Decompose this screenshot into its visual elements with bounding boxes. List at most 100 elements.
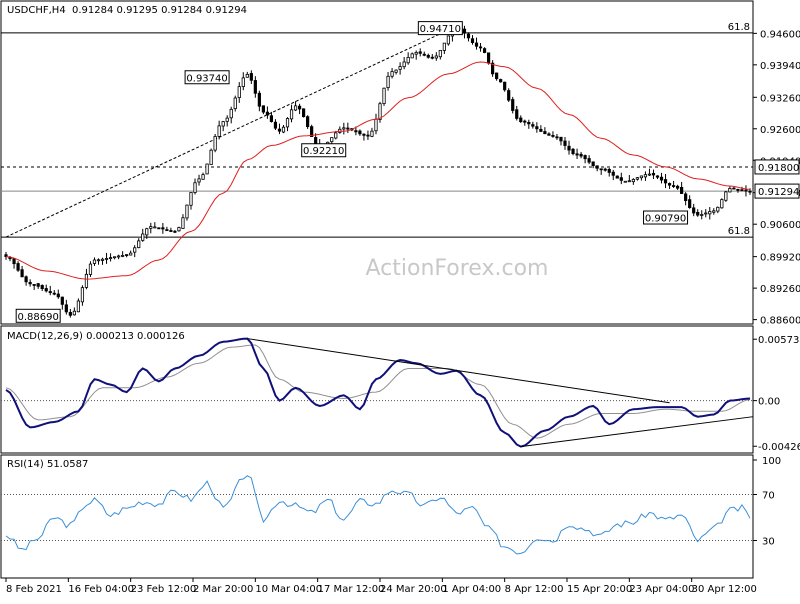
candle-bull — [201, 174, 205, 180]
candle-bull — [442, 42, 446, 51]
candle-bull — [342, 127, 346, 130]
candle-bull — [177, 227, 181, 232]
candle-bull — [720, 199, 724, 209]
candle-bear — [619, 177, 623, 181]
candle-bear — [474, 42, 479, 47]
candle-bear — [12, 258, 16, 265]
candle-bear — [125, 254, 129, 256]
candle-bull — [406, 56, 410, 64]
candle-bear — [273, 121, 278, 129]
candle-bull — [72, 310, 76, 316]
candle-bull — [289, 109, 294, 120]
price-axis: 0.946000.939400.932600.926000.919400.912… — [753, 29, 800, 327]
price-axis-label: 0.92600 — [760, 125, 800, 136]
candle-bear — [543, 131, 547, 135]
candle-bear — [599, 168, 603, 171]
level-label: 61.8 — [728, 22, 750, 33]
candle-bear — [60, 296, 64, 305]
rsi-layer — [1, 475, 753, 555]
candle-bear — [671, 185, 676, 187]
candle-bear — [265, 111, 270, 116]
time-axis-label: 2 Mar 20:00 — [193, 584, 253, 595]
price-axis-label: 0.89260 — [760, 284, 800, 295]
candle-bull — [382, 87, 386, 105]
candle-bull — [153, 226, 157, 229]
candle-bull — [137, 240, 141, 249]
candle-bear — [511, 99, 515, 111]
level-label: 61.8 — [728, 226, 750, 237]
candle-bear — [362, 133, 366, 136]
candle-bull — [446, 35, 450, 45]
candle-bear — [503, 81, 507, 91]
candle-bull — [209, 149, 213, 166]
candle-bear — [587, 158, 591, 163]
time-axis-label: 8 Apr 12:00 — [505, 584, 564, 595]
candle-bear — [56, 293, 60, 298]
macd-signal-line — [5, 344, 751, 439]
candle-bear — [257, 92, 261, 107]
candle-bull — [96, 259, 101, 262]
candle-bull — [712, 210, 716, 213]
candle-bear — [306, 116, 310, 128]
candle-bull — [92, 259, 97, 264]
candle-bear — [651, 172, 656, 176]
candle-bull — [129, 252, 133, 256]
candle-bull — [193, 182, 197, 193]
time-axis-label: 17 Mar 12:00 — [318, 584, 385, 595]
rsi-axis: 100 70 30 — [753, 456, 781, 548]
time-axis-label: 30 Apr 12:00 — [692, 584, 757, 595]
rsi-line — [5, 475, 751, 555]
price-axis-label: 0.88600 — [760, 316, 800, 327]
symbol-header: USDCHF,H4 — [7, 5, 66, 16]
candle-bear — [531, 124, 535, 127]
candle-bear — [740, 189, 744, 192]
candle-bear — [615, 175, 619, 179]
candle-bear — [696, 211, 700, 216]
candle-bull — [76, 300, 80, 313]
candle-bull — [647, 173, 652, 176]
candle-bear — [603, 168, 607, 171]
candle-bear — [269, 115, 274, 123]
time-axis-label: 23 Apr 04:00 — [629, 584, 694, 595]
candle-bull — [281, 126, 286, 133]
candle-bear — [515, 109, 519, 119]
moving-average-layer — [5, 61, 751, 280]
annotation-label: 0.94710 — [420, 24, 461, 35]
candle-bear — [535, 126, 539, 130]
macd-trendline — [520, 416, 754, 448]
candle-bull — [434, 55, 438, 59]
annotation-label: 0.92210 — [303, 146, 344, 157]
candle-bear — [611, 171, 615, 176]
candle-bear — [555, 136, 559, 139]
candle-bear — [169, 230, 173, 232]
candle-bull — [627, 180, 631, 183]
candle-bear — [663, 179, 668, 184]
candle-bull — [84, 273, 89, 288]
candle-bear — [495, 72, 499, 80]
price-axis-label: 0.89920 — [760, 253, 800, 264]
candle-bull — [631, 179, 635, 183]
candle-bear — [52, 292, 56, 295]
price-tags: 0.91800 0.91294 — [754, 159, 800, 199]
price-axis-label: 0.93260 — [760, 93, 800, 104]
price-axis-label: 0.94600 — [760, 29, 800, 40]
candle-bear — [48, 291, 52, 294]
candle-bull — [635, 177, 639, 180]
candle-bull — [394, 69, 398, 73]
candle-bull — [724, 191, 728, 201]
candle-bull — [185, 204, 189, 219]
candle-bear — [302, 108, 306, 118]
macd-axis-label: 0.00 — [758, 397, 780, 408]
candle-bull — [205, 163, 209, 175]
candle-bull — [378, 103, 382, 120]
candle-bull — [639, 175, 644, 179]
candle-bear — [591, 161, 595, 167]
candle-bear — [736, 188, 740, 191]
candle-bear — [32, 284, 36, 286]
candle-bull — [213, 136, 217, 151]
candle-bull — [221, 121, 225, 127]
candle-bull — [197, 178, 201, 183]
candle-bull — [245, 73, 249, 78]
candle-bear — [583, 155, 587, 160]
candle-bull — [374, 118, 378, 132]
